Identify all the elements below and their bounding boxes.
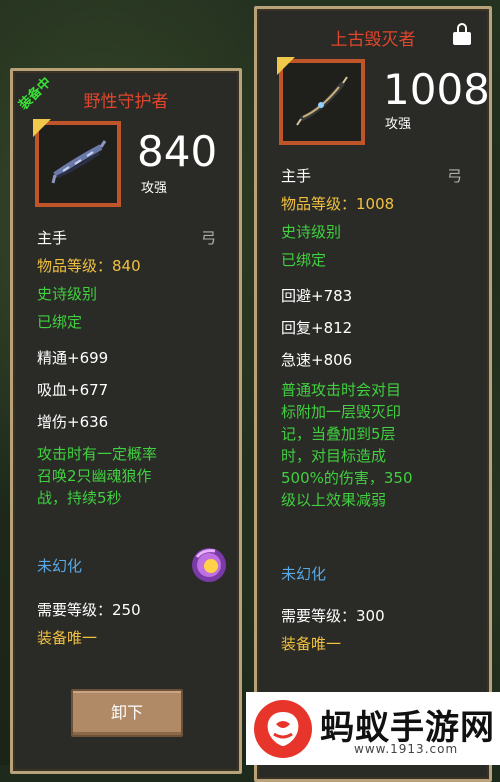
effect-line: 时，对目标造成 bbox=[281, 447, 387, 465]
bow-icon bbox=[296, 76, 348, 126]
transmog-status: 未幻化 bbox=[37, 557, 83, 575]
bound-label: 已绑定 bbox=[37, 313, 83, 331]
attack-power-value: 840 bbox=[137, 127, 218, 176]
bow-icon bbox=[51, 140, 107, 184]
stat-line: 急速+806 bbox=[281, 351, 353, 369]
equipped-item-card: 装备中 野性守护者 840 攻强 主手 弓 物品等级：840 史诗级别 已绑定 … bbox=[10, 68, 242, 774]
compare-item-card: 上古毁灭者 1008 攻强 主手 弓 物品等级：1008 史诗级别 已绑定 回避… bbox=[254, 6, 492, 782]
item-icon-frame bbox=[33, 119, 121, 207]
rarity-label: 史诗级别 bbox=[281, 223, 342, 241]
stat-line: 增伤+636 bbox=[37, 413, 109, 431]
unique-label: 装备唯一 bbox=[37, 629, 98, 647]
stat-line: 精通+699 bbox=[37, 349, 109, 367]
attack-power-label: 攻强 bbox=[385, 117, 412, 132]
special-effect-text: 普通攻击时会对目 标附加一层毁灭印 记，当叠加到5层 时，对目标造成 500%的… bbox=[281, 379, 413, 511]
item-level: 物品等级：1008 bbox=[281, 195, 395, 213]
required-level: 需要等级：250 bbox=[37, 601, 141, 619]
unequip-button[interactable]: 卸下 bbox=[71, 689, 183, 737]
special-effect-text: 攻击时有一定概率 召唤2只幽魂狼作 战，持续5秒 bbox=[37, 443, 157, 509]
effect-line: 战，持续5秒 bbox=[37, 489, 122, 507]
slot-label: 主手 bbox=[37, 229, 68, 247]
lock-icon[interactable] bbox=[453, 23, 471, 45]
unique-label: 装备唯一 bbox=[281, 635, 342, 653]
weapon-type-label: 弓 bbox=[201, 229, 217, 247]
item-icon-frame bbox=[277, 57, 365, 145]
item-name: 野性守护者 bbox=[83, 92, 169, 112]
stat-line: 吸血+677 bbox=[37, 381, 109, 399]
stat-line: 回避+783 bbox=[281, 287, 353, 305]
attack-power-value: 1008 bbox=[383, 65, 490, 114]
rarity-label: 史诗级别 bbox=[37, 285, 98, 303]
brand-logo-icon bbox=[254, 700, 312, 758]
effect-line: 召唤2只幽魂狼作 bbox=[37, 467, 152, 485]
effect-line: 普通攻击时会对目 bbox=[281, 381, 402, 399]
effect-line: 500%的伤害，350 bbox=[281, 469, 413, 487]
effect-line: 记，当叠加到5层 bbox=[281, 425, 396, 443]
transmog-status: 未幻化 bbox=[281, 565, 327, 583]
effect-line: 标附加一层毁灭印 bbox=[281, 403, 402, 421]
stat-line: 回复+812 bbox=[281, 319, 353, 337]
item-level: 物品等级：840 bbox=[37, 257, 141, 275]
watermark-url: www.1913.com bbox=[354, 742, 459, 756]
slot-label: 主手 bbox=[281, 167, 312, 185]
bound-label: 已绑定 bbox=[281, 251, 327, 269]
effect-line: 攻击时有一定概率 bbox=[37, 445, 158, 463]
required-level: 需要等级：300 bbox=[281, 607, 385, 625]
effect-line: 级以上效果减弱 bbox=[281, 491, 387, 509]
site-watermark: 蚂蚁手游网 www.1913.com bbox=[246, 692, 500, 765]
weapon-type-label: 弓 bbox=[447, 167, 463, 185]
attack-power-label: 攻强 bbox=[141, 181, 168, 196]
transmog-orb-icon[interactable] bbox=[189, 545, 229, 585]
